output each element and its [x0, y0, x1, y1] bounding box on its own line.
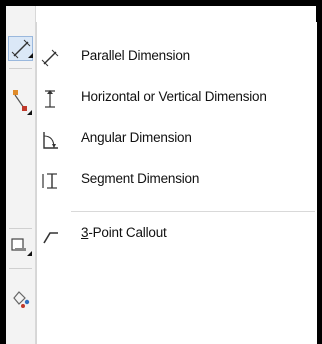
toolbar-shadow-button[interactable]: [8, 234, 33, 259]
parallel-dimension-icon: [11, 39, 33, 59]
menu-separator: [71, 211, 315, 212]
menu-item-segment-dimension[interactable]: Segment Dimension: [37, 161, 317, 201]
toolbar-fill-button[interactable]: [8, 286, 33, 311]
menu-item-parallel-dimension[interactable]: Parallel Dimension: [37, 38, 317, 78]
horizontal-vertical-dimension-icon: [45, 90, 55, 108]
segment-dimension-icon: [42, 173, 57, 189]
menu-item-label: Parallel Dimension: [81, 48, 190, 63]
angular-dimension-icon: [43, 132, 58, 149]
menu-item-label: Angular Dimension: [81, 130, 192, 145]
dimension-tools-flyout-menu: Parallel Dimension Horizontal or Vertica…: [36, 22, 317, 344]
menu-item-label-rest: -Point Callout: [88, 225, 167, 240]
toolbar-parallel-dimension-button[interactable]: [8, 36, 33, 61]
menu-item-label: 3-Point Callout: [81, 225, 167, 240]
window-border-top: [0, 0, 322, 6]
toolbar-separator: [9, 68, 32, 69]
connector-icon: [13, 90, 32, 115]
toolbox: [6, 6, 36, 344]
menu-item-angular-dimension[interactable]: Angular Dimension: [37, 120, 317, 160]
toolbar-connector-button[interactable]: [8, 88, 33, 115]
toolbar-separator: [9, 228, 32, 229]
shadow-icon: [11, 238, 32, 256]
parallel-dimension-icon: [41, 49, 59, 67]
menu-item-horizontal-vertical-dimension[interactable]: Horizontal or Vertical Dimension: [37, 79, 317, 119]
menu-item-label: Horizontal or Vertical Dimension: [81, 89, 267, 104]
three-point-callout-icon: [43, 232, 58, 244]
menu-item-label: Segment Dimension: [81, 171, 200, 186]
fill-icon: [13, 291, 30, 308]
menu-item-3-point-callout[interactable]: 3-Point Callout: [37, 215, 317, 255]
toolbar-separator: [9, 268, 32, 269]
